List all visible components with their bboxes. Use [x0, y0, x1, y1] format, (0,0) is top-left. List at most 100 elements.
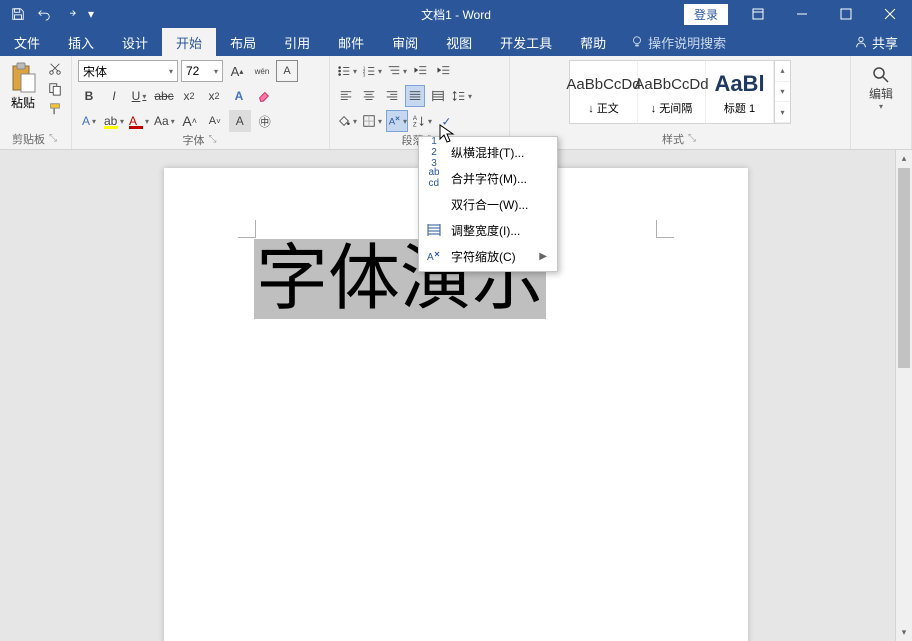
multilevel-list-button[interactable]	[386, 60, 408, 82]
char-shading-button[interactable]: A	[229, 110, 251, 132]
tab-insert[interactable]: 插入	[54, 28, 108, 56]
pilcrow-icon: ✓	[439, 114, 453, 128]
tab-design[interactable]: 设计	[108, 28, 162, 56]
scroll-up-button[interactable]: ▴	[896, 150, 912, 167]
undo-button[interactable]	[32, 2, 56, 26]
enclose-char-button[interactable]: ㊥	[254, 110, 276, 132]
paste-icon	[9, 62, 37, 94]
tab-view[interactable]: 视图	[432, 28, 486, 56]
maximize-button[interactable]	[824, 0, 868, 28]
styles-expand[interactable]: ▾	[775, 102, 790, 123]
menu-two-lines[interactable]: 双行合一(W)...	[419, 191, 557, 217]
grow-font-button-2[interactable]: A˄	[179, 110, 201, 132]
increase-indent-button[interactable]	[434, 60, 454, 82]
distributed-button[interactable]	[428, 85, 448, 107]
italic-button[interactable]: I	[103, 85, 125, 107]
copy-button[interactable]	[45, 80, 65, 98]
cut-button[interactable]	[45, 60, 65, 78]
lightbulb-icon	[630, 35, 644, 49]
shrink-font-button[interactable]: A˅	[204, 110, 226, 132]
change-case-button[interactable]: Aa	[153, 110, 176, 132]
tab-help[interactable]: 帮助	[566, 28, 620, 56]
svg-text:Z: Z	[413, 121, 417, 128]
borders-button[interactable]	[361, 110, 383, 132]
menu-char-scale[interactable]: A 字符缩放(C) ▶	[419, 243, 557, 269]
char-border-button[interactable]: A	[276, 60, 298, 82]
strikethrough-button[interactable]: abc	[153, 85, 175, 107]
line-spacing-button[interactable]	[451, 85, 473, 107]
eraser-icon	[257, 89, 271, 103]
style-heading1[interactable]: AaBl标题 1	[706, 61, 774, 123]
share-icon	[854, 35, 868, 49]
decrease-indent-button[interactable]	[411, 60, 431, 82]
align-center-button[interactable]	[359, 85, 379, 107]
scroll-down-button[interactable]: ▾	[896, 624, 912, 641]
text-outline-button[interactable]: A	[78, 110, 100, 132]
grow-font-button[interactable]: A▴	[226, 60, 248, 82]
style-nospacing[interactable]: AaBbCcDd↓ 无间隔	[638, 61, 706, 123]
scroll-thumb[interactable]	[898, 168, 910, 368]
menu-fit-width[interactable]: 调整宽度(I)...	[419, 217, 557, 243]
sort-button[interactable]: AZ	[411, 110, 433, 132]
font-size-combo[interactable]: 72	[181, 60, 223, 82]
bold-button[interactable]: B	[78, 85, 100, 107]
qat-customize-button[interactable]: ▾	[84, 2, 98, 26]
find-button[interactable]: 编辑 ▾	[868, 64, 894, 112]
highlight-button[interactable]: ab	[103, 110, 125, 132]
tab-review[interactable]: 审阅	[378, 28, 432, 56]
margin-corner-tr	[656, 220, 674, 238]
tab-layout[interactable]: 布局	[216, 28, 270, 56]
share-button[interactable]: 共享	[840, 28, 912, 56]
styles-scroll-down[interactable]: ▾	[775, 82, 790, 103]
tab-developer[interactable]: 开发工具	[486, 28, 566, 56]
group-font: 宋体 72 A▴ wén A B I U abc x2 x2 A A ab A …	[72, 56, 330, 149]
subscript-button[interactable]: x2	[178, 85, 200, 107]
show-marks-button[interactable]: ✓	[436, 110, 456, 132]
redo-button[interactable]	[58, 2, 82, 26]
paste-button[interactable]: 粘贴	[6, 60, 40, 120]
save-button[interactable]	[6, 2, 30, 26]
menu-combine-chars[interactable]: abcd 合并字符(M)...	[419, 165, 557, 191]
font-launcher[interactable]: ⤡	[207, 134, 219, 146]
tab-file[interactable]: 文件	[0, 28, 54, 56]
align-left-button[interactable]	[336, 85, 356, 107]
font-color-button[interactable]: A	[128, 110, 150, 132]
brush-icon	[48, 102, 62, 116]
align-right-button[interactable]	[382, 85, 402, 107]
margin-corner-tl	[238, 220, 256, 238]
text-effects-button[interactable]: A	[228, 85, 250, 107]
clear-formatting-button[interactable]	[253, 85, 275, 107]
vertical-scrollbar[interactable]: ▴ ▾	[895, 150, 912, 641]
numbering-icon: 123	[362, 64, 376, 78]
bullets-button[interactable]	[336, 60, 358, 82]
ribbon-options-button[interactable]	[736, 0, 780, 28]
clipboard-launcher[interactable]: ⤡	[47, 133, 59, 145]
svg-text:A: A	[389, 117, 396, 128]
submenu-arrow-icon: ▶	[539, 251, 547, 262]
tab-home[interactable]: 开始	[162, 28, 216, 56]
font-name-combo[interactable]: 宋体	[78, 60, 178, 82]
tell-me-search[interactable]: 操作说明搜索	[620, 28, 736, 56]
superscript-button[interactable]: x2	[203, 85, 225, 107]
underline-button[interactable]: U	[128, 85, 150, 107]
line-spacing-icon	[452, 89, 466, 103]
copy-icon	[48, 82, 62, 96]
scissors-icon	[48, 62, 62, 76]
style-normal[interactable]: AaBbCcDd↓ 正文	[570, 61, 638, 123]
align-justify-button[interactable]	[405, 85, 425, 107]
shading-button[interactable]	[336, 110, 358, 132]
styles-scroll-up[interactable]: ▴	[775, 61, 790, 82]
asian-layout-button[interactable]: A	[386, 110, 408, 132]
menu-vertical-horizontal[interactable]: 123 纵横混排(T)...	[419, 139, 557, 165]
numbering-button[interactable]: 123	[361, 60, 383, 82]
tab-mailings[interactable]: 邮件	[324, 28, 378, 56]
format-painter-button[interactable]	[45, 100, 65, 118]
fit-width-icon	[425, 221, 443, 239]
login-button[interactable]: 登录	[684, 4, 728, 25]
phonetic-guide-button[interactable]: wén	[251, 60, 273, 82]
tab-references[interactable]: 引用	[270, 28, 324, 56]
clipboard-label: 剪贴板	[12, 131, 45, 147]
minimize-button[interactable]	[780, 0, 824, 28]
styles-launcher[interactable]: ⤡	[686, 133, 698, 145]
close-button[interactable]	[868, 0, 912, 28]
